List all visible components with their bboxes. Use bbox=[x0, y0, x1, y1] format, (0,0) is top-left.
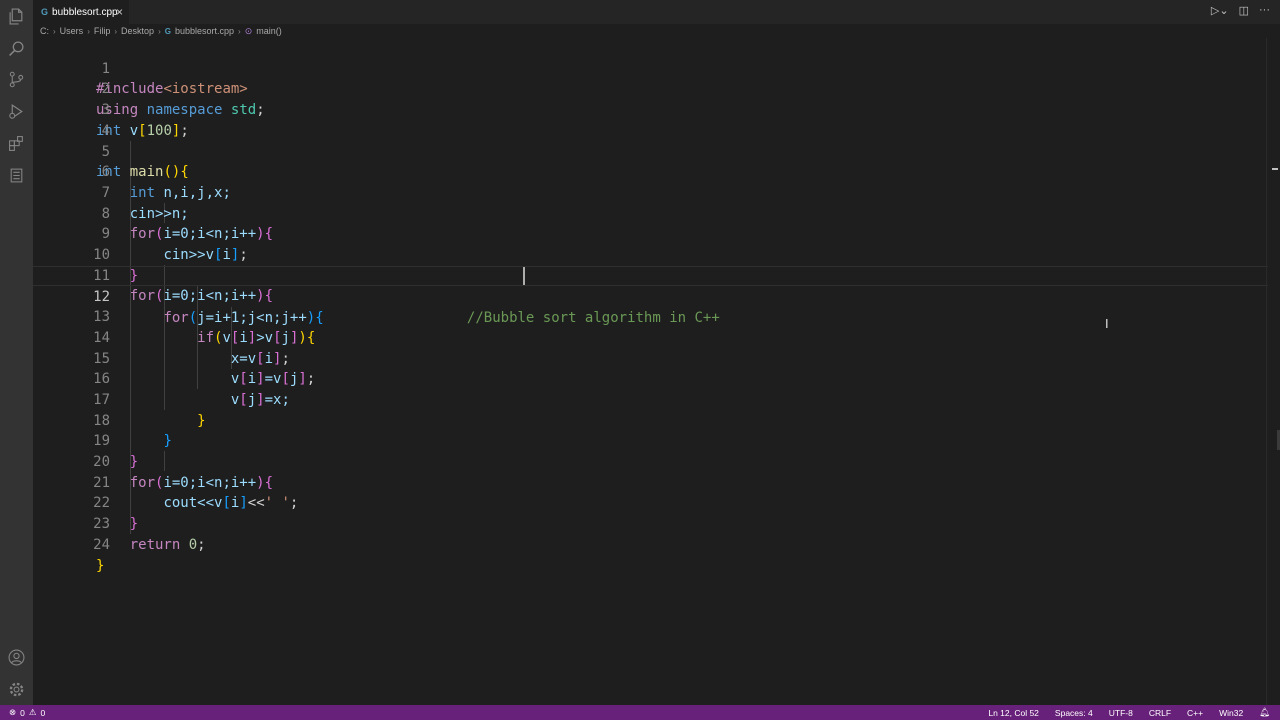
warning-count: 0 bbox=[40, 707, 46, 718]
breadcrumb: C: › Users › Filip › Desktop › G bubbles… bbox=[40, 24, 282, 38]
code-line-current[interactable]: 12 for(j=i+1;j<n;j++){ //Bubble sort alg… bbox=[33, 265, 1268, 326]
code-line[interactable]: 16 v[j]=x; bbox=[33, 349, 1268, 408]
code-line[interactable]: 6 int n,i,j,x; bbox=[33, 142, 1268, 201]
function-symbol-icon: ⊙ bbox=[244, 25, 253, 36]
code-line[interactable]: 2 using namespace std; bbox=[33, 59, 1268, 118]
notifications-icon[interactable]: 🔔︎ bbox=[1259, 707, 1270, 718]
code-line[interactable]: 20 for(i=0;i<n;i++){ bbox=[33, 431, 1268, 491]
cpp-file-icon: G bbox=[41, 7, 49, 17]
gear-icon[interactable] bbox=[0, 674, 33, 704]
breadcrumb-item[interactable]: Desktop bbox=[121, 26, 154, 36]
end-of-line[interactable]: CRLF bbox=[1149, 708, 1171, 718]
code-line[interactable]: 19 } bbox=[33, 411, 1268, 470]
run-file-icon[interactable]: ▷⌄ bbox=[1211, 4, 1229, 17]
code-token: ; bbox=[197, 536, 206, 553]
language-mode[interactable]: C++ bbox=[1187, 708, 1203, 718]
breadcrumb-item[interactable]: C: bbox=[40, 26, 49, 36]
code-editor[interactable]: 1 #include<iostream> 2 using namespace s… bbox=[33, 38, 1280, 705]
mouse-ibeam-cursor-icon: I bbox=[1105, 316, 1109, 331]
code-line[interactable]: 23 return 0; bbox=[33, 493, 1268, 553]
code-token: 0 bbox=[180, 536, 198, 553]
chevron-right-icon: › bbox=[53, 26, 56, 36]
tab-bubblesort[interactable]: G bubblesort.cpp × bbox=[33, 0, 129, 24]
chevron-right-icon: › bbox=[114, 26, 118, 36]
code-line[interactable]: 8 for(i=0;i<n;i++){ bbox=[33, 183, 1268, 243]
cursor-position-marker bbox=[1272, 168, 1278, 170]
extensions-icon[interactable] bbox=[0, 128, 33, 158]
error-count: 0 bbox=[20, 707, 25, 718]
status-bar: ⊗ 0 ⚠ 0 Ln 12, Col 52 Spaces: 4 UTF-8 CR… bbox=[0, 705, 1280, 720]
cursor-position[interactable]: Ln 12, Col 52 bbox=[988, 708, 1039, 718]
encoding[interactable]: UTF-8 bbox=[1109, 708, 1133, 718]
code-line[interactable]: 18 } bbox=[33, 390, 1268, 450]
chevron-right-icon: › bbox=[238, 26, 241, 36]
close-icon[interactable]: × bbox=[116, 5, 123, 19]
warning-icon: ⚠ bbox=[28, 707, 37, 717]
breadcrumb-item[interactable]: Users bbox=[60, 26, 84, 36]
activity-bar bbox=[0, 0, 33, 705]
code-token: } bbox=[96, 557, 105, 574]
more-actions-icon[interactable]: ··· bbox=[1259, 4, 1270, 17]
text-cursor bbox=[523, 267, 525, 285]
code-line[interactable]: 24 } bbox=[33, 514, 1268, 574]
code-line[interactable]: 3 int v[100]; bbox=[33, 79, 1268, 139]
code-line[interactable]: 10 } bbox=[33, 224, 1268, 284]
code-line[interactable]: 7 cin>>n; bbox=[33, 162, 1268, 222]
account-icon[interactable] bbox=[0, 642, 33, 672]
code-line[interactable]: 9 cin>>v[i]; bbox=[33, 204, 1268, 263]
remote-explorer-icon[interactable] bbox=[0, 160, 33, 190]
breadcrumb-item[interactable]: Filip bbox=[94, 26, 111, 36]
source-control-icon[interactable] bbox=[0, 64, 33, 94]
search-icon[interactable] bbox=[0, 33, 33, 63]
error-icon: ⊗ bbox=[9, 707, 17, 717]
code-line[interactable]: 21 cout<<v[i]<<' '; bbox=[33, 452, 1268, 512]
breadcrumb-item[interactable]: bubblesort.cpp bbox=[175, 26, 234, 36]
editor-actions: ▷⌄ ◫ ··· bbox=[1211, 4, 1270, 17]
code-line[interactable]: 11 for(i=0;i<n;i++){ bbox=[33, 245, 1268, 305]
code-line[interactable]: 15 v[i]=v[j]; bbox=[33, 328, 1268, 388]
editor-scrollbar[interactable] bbox=[1266, 38, 1280, 705]
code-line[interactable]: 17 } bbox=[33, 369, 1268, 429]
tab-label: bubblesort.cpp bbox=[52, 6, 118, 18]
chevron-right-icon: › bbox=[158, 26, 161, 36]
chevron-right-icon: › bbox=[87, 26, 90, 36]
code-line[interactable]: 1 #include<iostream> bbox=[33, 38, 1268, 98]
code-line[interactable]: 14 x=v[i]; bbox=[33, 307, 1268, 367]
code-token: return bbox=[129, 536, 181, 553]
indentation[interactable]: Spaces: 4 bbox=[1055, 708, 1093, 718]
platform[interactable]: Win32 bbox=[1219, 708, 1243, 718]
run-debug-icon[interactable] bbox=[0, 96, 33, 126]
line-number: 24 bbox=[93, 536, 110, 553]
cpp-file-icon: G bbox=[164, 26, 171, 36]
code-line[interactable]: 13 if(v[i]>v[j]){ bbox=[33, 286, 1268, 346]
tab-bar: G bubblesort.cpp × ▷⌄ ◫ ··· bbox=[33, 0, 1280, 24]
code-line[interactable]: 5 int main(){ bbox=[33, 121, 1268, 181]
breadcrumb-item[interactable]: main() bbox=[256, 26, 282, 36]
code-line[interactable]: 22 } bbox=[33, 473, 1268, 532]
explorer-icon[interactable] bbox=[0, 1, 33, 31]
split-editor-icon[interactable]: ◫ bbox=[1239, 4, 1249, 17]
problems-indicator[interactable]: ⊗ 0 ⚠ 0 bbox=[9, 707, 45, 718]
code-line[interactable]: 4 bbox=[33, 100, 1268, 139]
